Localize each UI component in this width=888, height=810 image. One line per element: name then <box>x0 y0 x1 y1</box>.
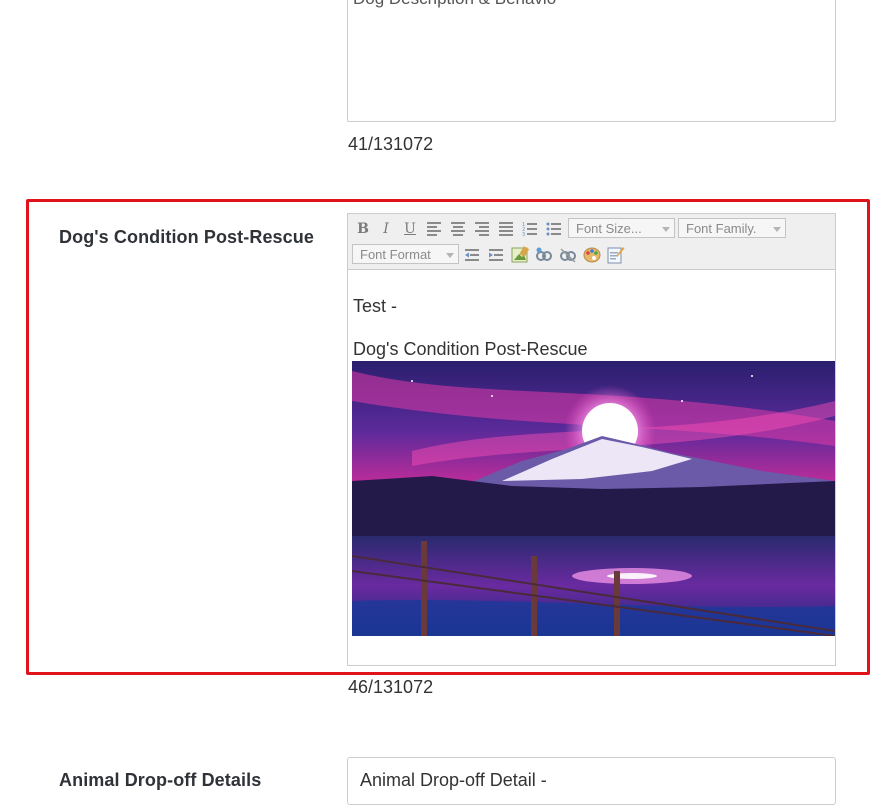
dog-description-text: Dog Description & Behavio <box>353 0 556 9</box>
dropoff-field-label: Animal Drop-off Details <box>59 770 262 790</box>
dropoff-details-value: Animal Drop-off Detail - <box>360 770 547 790</box>
description-char-count: 41/131072 <box>348 134 434 154</box>
dog-description-textarea[interactable]: Dog Description & Behavio <box>347 0 836 122</box>
dropoff-details-input[interactable]: Animal Drop-off Detail - <box>347 757 836 805</box>
condition-char-count: 46/131072 <box>348 677 434 697</box>
highlight-frame <box>26 199 870 675</box>
